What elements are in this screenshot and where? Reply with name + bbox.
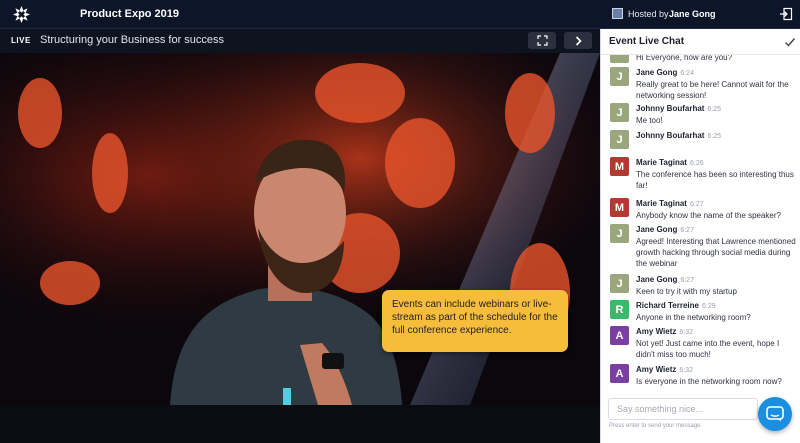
- video-footer: [0, 405, 600, 443]
- host-name[interactable]: Jane Gong: [669, 9, 716, 19]
- chat-input[interactable]: [609, 399, 757, 419]
- chat-message-text: The conference has been so interesting t…: [636, 170, 794, 190]
- chat-support-button[interactable]: [758, 397, 792, 431]
- chat-avatar[interactable]: J: [610, 103, 629, 122]
- chevron-right-icon: [575, 35, 582, 46]
- chat-message-text: Not yet! Just came into the event, hope …: [636, 339, 780, 359]
- chat-author-name[interactable]: Johnny Boufarhat: [636, 131, 704, 140]
- chat-panel: Event Live Chat Hi Everyone, how are you…: [600, 29, 800, 443]
- chat-author[interactable]: Jane Gong 6:27: [636, 275, 694, 284]
- video-player[interactable]: Events can include webinars or live-stre…: [0, 53, 600, 405]
- chat-author-name[interactable]: Amy Wietz: [636, 365, 676, 374]
- chat-author-name[interactable]: Richard Terreine: [636, 301, 699, 310]
- chat-avatar[interactable]: J: [610, 67, 629, 86]
- chat-timestamp: 6:29: [701, 303, 716, 310]
- exit-icon[interactable]: [779, 7, 793, 21]
- chat-avatar[interactable]: M: [610, 198, 629, 217]
- chat-avatar[interactable]: A: [610, 364, 629, 383]
- info-callout: Events can include webinars or live-stre…: [382, 290, 568, 352]
- check-icon[interactable]: [784, 36, 796, 48]
- chat-timestamp: 6:24: [680, 70, 694, 77]
- chat-author[interactable]: Johnny Boufarhat 6:25: [636, 131, 721, 140]
- chat-message-text: Is everyone in the networking room now?: [636, 377, 782, 386]
- chat-author[interactable]: Marie Taginat 6:26: [636, 158, 704, 167]
- chat-author-name[interactable]: Jane Gong: [636, 275, 677, 284]
- chat-avatar[interactable]: A: [610, 326, 629, 345]
- chat-author[interactable]: Richard Terreine 6:29: [636, 301, 716, 310]
- chat-avatar[interactable]: R: [610, 300, 629, 319]
- chat-message-text: Hi Everyone, how are you?: [636, 55, 733, 62]
- chat-avatar[interactable]: [610, 55, 629, 63]
- chat-timestamp: 6:27: [689, 201, 704, 208]
- chat-avatar[interactable]: M: [610, 157, 629, 176]
- chat-message-text: Me too!: [636, 116, 663, 125]
- event-logo-icon[interactable]: [12, 5, 31, 24]
- chat-avatar[interactable]: J: [610, 224, 629, 243]
- chat-message-text: Anybody know the name of the speaker?: [636, 211, 781, 220]
- chat-messages[interactable]: Hi Everyone, how are you? J Jane Gong 6:24 R…: [601, 55, 800, 423]
- chat-author[interactable]: Amy Wietz 6:32: [636, 365, 693, 374]
- top-bar: Product Expo 2019 Hosted by Jane Gong: [0, 0, 800, 29]
- chat-author-name[interactable]: Jane Gong: [636, 225, 677, 234]
- chat-timestamp: 6:27: [680, 227, 694, 234]
- chat-message-text: Keen to try it with my startup: [636, 287, 737, 296]
- chat-author[interactable]: Amy Wietz 6:32: [636, 327, 693, 336]
- chat-author[interactable]: Jane Gong 6:27: [636, 225, 694, 234]
- chat-author-name[interactable]: Johnny Boufarhat: [636, 104, 704, 113]
- host-avatar: [612, 8, 623, 19]
- live-badge: LIVE: [11, 36, 31, 45]
- chat-author[interactable]: Johnny Boufarhat 6:25: [636, 104, 721, 113]
- fullscreen-button[interactable]: [528, 32, 556, 49]
- chat-timestamp: 6:32: [679, 329, 694, 336]
- app-title: Product Expo 2019: [80, 8, 180, 20]
- chat-message-text: Anyone in the networking room?: [636, 313, 751, 322]
- chat-author-name[interactable]: Marie Taginat: [636, 199, 687, 208]
- session-title: Structuring your Business for success: [40, 34, 225, 46]
- chat-author-name[interactable]: Jane Gong: [636, 68, 677, 77]
- chat-author-name[interactable]: Marie Taginat: [636, 158, 687, 167]
- next-button[interactable]: [564, 32, 592, 49]
- video-frame: [0, 53, 600, 405]
- chat-message-text: Agreed! Interesting that Lawrence mentio…: [636, 237, 796, 268]
- chat-avatar[interactable]: J: [610, 130, 629, 149]
- chat-timestamp: 6:25: [707, 133, 722, 140]
- chat-message-text: Really great to be here! Cannot wait for…: [636, 80, 789, 100]
- chat-timestamp: 6:27: [680, 277, 694, 284]
- chat-support-icon: [766, 406, 784, 422]
- chat-author[interactable]: Jane Gong 6:24: [636, 68, 694, 77]
- chat-input-box[interactable]: [608, 398, 758, 420]
- host-prefix: Hosted by: [628, 9, 669, 19]
- chat-author[interactable]: Marie Taginat 6:27: [636, 199, 704, 208]
- chat-author-name[interactable]: Amy Wietz: [636, 327, 676, 336]
- chat-avatar[interactable]: J: [610, 274, 629, 293]
- chat-title: Event Live Chat: [609, 36, 685, 47]
- chat-timestamp: 6:32: [679, 367, 694, 374]
- chat-timestamp: 6:25: [707, 106, 722, 113]
- fullscreen-icon: [536, 35, 548, 46]
- video-header: LIVE Structuring your Business for succe…: [0, 29, 600, 53]
- chat-input-hint: Press enter to send your message.: [609, 423, 703, 429]
- chat-timestamp: 6:26: [689, 160, 704, 167]
- chat-header: Event Live Chat: [601, 29, 800, 55]
